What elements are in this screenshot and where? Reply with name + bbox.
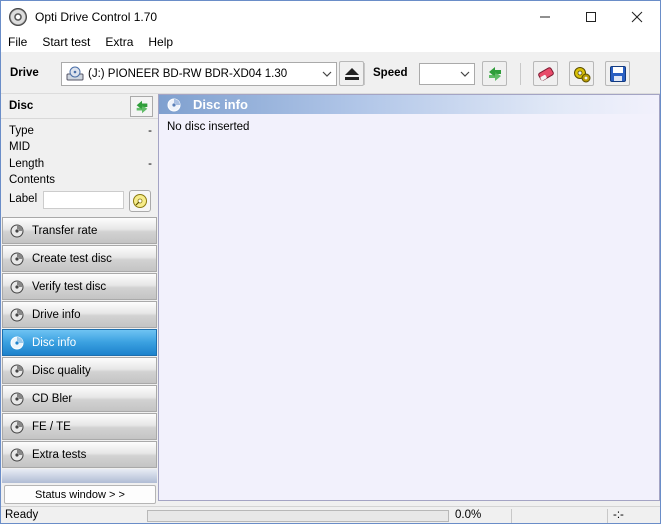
status-bar: Ready 0.0% -:-: [1, 506, 660, 523]
eraser-icon: [537, 66, 554, 81]
disc-type-row: Type -: [9, 125, 154, 141]
close-icon: [631, 11, 643, 22]
refresh-arrows-icon: [136, 100, 147, 113]
menu-help[interactable]: Help: [141, 35, 181, 49]
eject-button[interactable]: [339, 61, 364, 86]
content-panel: Disc info No disc inserted: [158, 94, 660, 501]
disc-icon: [10, 448, 24, 461]
toolbar-separator: [364, 63, 365, 85]
status-divider: [511, 509, 512, 523]
drive-select[interactable]: (J:) PIONEER BD-RW BDR-XD04 1.30: [61, 62, 337, 86]
close-button[interactable]: [614, 1, 660, 32]
speed-label: Speed: [373, 67, 408, 79]
minimize-icon: [540, 16, 550, 17]
disc-contents-row: Contents: [9, 174, 154, 190]
disc-mid-row: MID: [9, 141, 154, 157]
disc-icon: [10, 224, 24, 237]
disc-length-row: Length -: [9, 158, 154, 174]
disc-label-label: Label: [9, 193, 38, 205]
nav-label: Transfer rate: [32, 224, 98, 237]
disc-icon: [10, 308, 24, 321]
disc-length-value: -: [148, 158, 152, 170]
settings-button[interactable]: [569, 61, 594, 86]
nav-label: Disc quality: [32, 364, 91, 377]
app-window: Opti Drive Control 1.70 File Start test …: [0, 0, 661, 524]
chevron-down-icon: [460, 71, 470, 77]
disc-icon: [10, 280, 24, 293]
nav-disc-info[interactable]: Disc info: [2, 329, 157, 356]
menu-bar: File Start test Extra Help: [1, 32, 660, 52]
nav-drive-info[interactable]: Drive info: [2, 301, 157, 328]
disc-label-button[interactable]: [129, 190, 151, 212]
title-bar: Opti Drive Control 1.70: [1, 1, 660, 32]
menu-file[interactable]: File: [1, 35, 35, 49]
nav-create-test-disc[interactable]: Create test disc: [2, 245, 157, 272]
drive-label: Drive: [10, 67, 39, 79]
disc-search-icon: [133, 194, 147, 208]
nav-label: Extra tests: [32, 448, 87, 461]
disc-type-value: -: [148, 125, 152, 137]
save-button[interactable]: [605, 61, 630, 86]
nav-fe-te[interactable]: FE / TE: [2, 413, 157, 440]
disc-refresh-button[interactable]: [130, 96, 153, 117]
disc-mid-label: MID: [9, 141, 31, 153]
status-divider: [607, 509, 608, 523]
toolbar-separator: [520, 63, 521, 85]
nav-extra-tests[interactable]: Extra tests: [2, 441, 157, 468]
menu-start-test[interactable]: Start test: [35, 35, 98, 49]
nav-disc-quality[interactable]: Disc quality: [2, 357, 157, 384]
floppy-disk-icon: [609, 65, 626, 82]
nav-label: Create test disc: [32, 252, 112, 265]
menu-extra[interactable]: Extra: [98, 35, 141, 49]
maximize-button[interactable]: [568, 1, 614, 32]
disc-length-label: Length: [9, 158, 45, 170]
refresh-arrows-icon: [488, 66, 501, 81]
status-time: -:-: [613, 509, 624, 521]
gears-icon: [573, 66, 590, 82]
status-text: Ready: [5, 509, 39, 521]
erase-button[interactable]: [533, 61, 558, 86]
nav-transfer-rate[interactable]: Transfer rate: [2, 217, 157, 244]
disc-type-label: Type: [9, 125, 34, 137]
minimize-button[interactable]: [522, 1, 568, 32]
toolbar: Drive (J:) PIONEER BD-RW BDR-XD04 1.30 S…: [1, 52, 660, 94]
disc-icon: [167, 98, 181, 111]
disc-section-title: Disc: [9, 100, 34, 112]
nav-label: Disc info: [32, 336, 77, 349]
disc-icon: [10, 252, 24, 265]
disc-section-header: Disc: [1, 94, 158, 119]
disc-icon: [10, 336, 24, 349]
nav-footer: [2, 469, 157, 483]
content-title: Disc info: [193, 97, 248, 112]
app-disc-icon: [9, 7, 27, 26]
nav-label: FE / TE: [32, 420, 71, 433]
left-panel: Disc Type - MID Length - Contents Label: [1, 94, 158, 506]
progress-bar: [147, 510, 449, 522]
drive-select-value: (J:) PIONEER BD-RW BDR-XD04 1.30: [88, 68, 288, 80]
disc-contents-label: Contents: [9, 174, 56, 186]
disc-icon: [10, 392, 24, 405]
disc-info-message: No disc inserted: [167, 121, 250, 133]
disc-icon: [10, 364, 24, 377]
refresh-speed-button[interactable]: [482, 61, 507, 86]
disc-label-input[interactable]: [43, 191, 124, 209]
speed-select[interactable]: [419, 63, 475, 85]
nav-cd-bler[interactable]: CD Bler: [2, 385, 157, 412]
maximize-icon: [586, 11, 596, 22]
nav-label: Drive info: [32, 308, 81, 321]
window-title: Opti Drive Control 1.70: [35, 9, 158, 24]
status-window-button[interactable]: Status window > >: [4, 485, 156, 504]
content-header: Disc info: [159, 95, 659, 114]
nav-label: Verify test disc: [32, 280, 107, 293]
eject-icon: [344, 67, 359, 80]
drive-icon: [66, 66, 84, 81]
chevron-down-icon: [322, 71, 332, 77]
nav-label: CD Bler: [32, 392, 73, 405]
nav-verify-test-disc[interactable]: Verify test disc: [2, 273, 157, 300]
progress-percent: 0.0%: [455, 509, 482, 521]
disc-icon: [10, 420, 24, 433]
